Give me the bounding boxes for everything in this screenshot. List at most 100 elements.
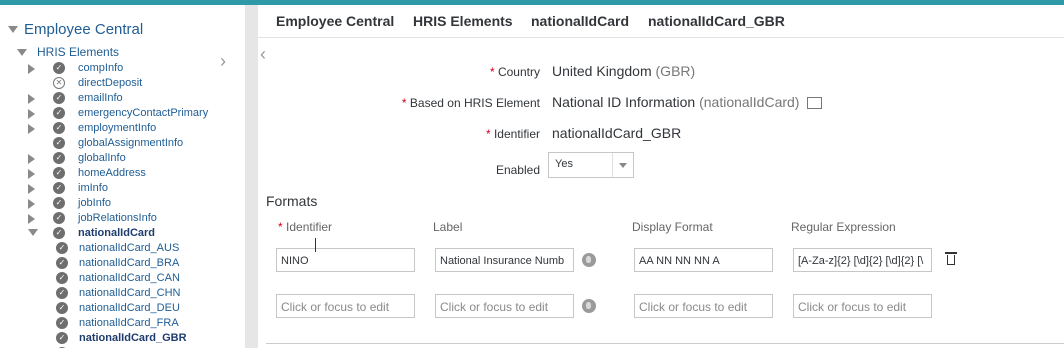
format-display-input[interactable]: AA NN NN NN A <box>634 248 773 272</box>
sidebar-tree-item[interactable]: ✓ jobRelationsInfo <box>0 211 245 226</box>
column-header-display-format: Display Format <box>632 220 713 234</box>
sidebar-item-label: nationalIdCard <box>78 227 156 239</box>
sidebar-tree-item[interactable]: ✓ nationalIdCard_FRA <box>0 316 245 331</box>
sidebar-item-label: nationalIdCard_DEU <box>79 302 180 314</box>
sidebar-tree-item[interactable]: ✓ nationalIdCard <box>0 226 245 241</box>
sidebar-tree-item[interactable]: ✓ globalInfo <box>0 151 245 166</box>
breadcrumb-nationalidcard[interactable]: nationalIdCard <box>531 13 629 29</box>
sidebar-tree-item[interactable]: ✓ emergencyContactPrimary <box>0 106 245 121</box>
sidebar: Employee Central HRIS Elements › ✓ compIn… <box>0 5 245 348</box>
new-label-input[interactable]: Click or focus to edit <box>435 294 574 318</box>
column-header-identifier: * Identifier <box>278 220 333 234</box>
globe-icon[interactable] <box>582 299 596 313</box>
chevron-right-icon[interactable] <box>28 154 35 164</box>
chevron-right-icon[interactable] <box>28 109 35 119</box>
sidebar-item-label: nationalIdCard_GBR <box>79 332 187 344</box>
sidebar-tree-item[interactable]: ✓ imInfo <box>0 181 245 196</box>
trash-icon[interactable] <box>945 252 957 266</box>
sidebar-item-label: jobInfo <box>78 197 112 209</box>
text-cursor <box>315 238 316 252</box>
sidebar-item-label: homeAddress <box>78 167 146 179</box>
chevron-right-icon[interactable] <box>28 64 35 74</box>
sidebar-tree-item[interactable]: ✓ globalAssignmentInfo <box>0 136 245 151</box>
breadcrumb-current: nationalIdCard_GBR <box>648 13 785 29</box>
based-on-label: * Based on HRIS Element <box>401 96 540 110</box>
format-regex-input[interactable]: [A-Za-z]{2} [\d]{2} [\d]{2} [\ <box>793 248 932 272</box>
sidebar-item-label: nationalIdCard_CAN <box>79 272 180 284</box>
sidebar-hris-label: HRIS Elements <box>37 45 120 59</box>
sidebar-item-label: emailInfo <box>78 92 123 104</box>
based-on-value: National ID Information (nationalIdCard) <box>552 94 823 110</box>
chevron-right-icon[interactable] <box>28 199 35 209</box>
identifier-label: * Identifier <box>485 127 540 141</box>
sidebar-tree-item[interactable]: ✓ nationalIdCard_CAN <box>0 271 245 286</box>
sidebar-tree-item[interactable]: ✓ employmentInfo <box>0 121 245 136</box>
sidebar-tree-item[interactable]: ✓ nationalIdCard_BRA <box>0 256 245 271</box>
globe-icon[interactable] <box>582 253 596 267</box>
sidebar-item-label: directDeposit <box>78 77 143 89</box>
sidebar-divider[interactable] <box>245 5 258 348</box>
enabled-select[interactable]: Yes <box>548 152 634 178</box>
enabled-label: Enabled <box>495 163 540 177</box>
status-check-icon: ✓ <box>53 92 65 104</box>
status-x-icon: ✕ <box>53 77 65 89</box>
new-display-input[interactable]: Click or focus to edit <box>634 294 773 318</box>
sidebar-tree-item[interactable]: ✓ nationalIdCard_GBR <box>0 331 245 346</box>
status-check-icon: ✓ <box>56 317 68 329</box>
status-check-icon: ✓ <box>56 242 68 254</box>
breadcrumb: Employee Central HRIS Elements nationalI… <box>258 5 1064 38</box>
formats-section-title: Formats <box>266 193 318 209</box>
chevron-down-icon[interactable] <box>8 26 18 33</box>
status-check-icon: ✓ <box>53 167 65 179</box>
sidebar-tree-item[interactable]: ✓ emailInfo <box>0 91 245 106</box>
status-check-icon: ✓ <box>53 182 65 194</box>
sidebar-tree-item[interactable]: ✓ jobInfo <box>0 196 245 211</box>
divider <box>266 343 1064 344</box>
status-check-icon: ✓ <box>53 137 65 149</box>
chevron-right-icon[interactable] <box>28 124 35 134</box>
chevron-right-icon[interactable] <box>28 169 35 179</box>
sidebar-tree-item[interactable]: ✓ nationalIdCard_DEU <box>0 301 245 316</box>
chevron-right-icon[interactable] <box>28 214 35 224</box>
new-identifier-input[interactable]: Click or focus to edit <box>276 294 415 318</box>
sidebar-item-label: globalInfo <box>78 152 126 164</box>
enabled-select-value: Yes <box>555 158 573 170</box>
breadcrumb-employee-central[interactable]: Employee Central <box>276 13 394 29</box>
status-check-icon: ✓ <box>53 197 65 209</box>
column-header-label: Label <box>433 220 463 234</box>
sidebar-item-label: emergencyContactPrimary <box>78 107 209 119</box>
sidebar-tree-item[interactable]: ✓ homeAddress <box>0 166 245 181</box>
column-header-regex: Regular Expression <box>791 220 896 234</box>
sidebar-root-employee-central[interactable]: Employee Central <box>8 21 143 38</box>
status-check-icon: ✓ <box>56 257 68 269</box>
sidebar-tree-item[interactable]: ✕ directDeposit <box>0 76 245 91</box>
chevron-down-icon[interactable] <box>17 48 27 56</box>
sidebar-item-label: nationalIdCard_FRA <box>79 317 179 329</box>
format-label-input[interactable]: National Insurance Numb <box>435 248 574 272</box>
status-check-icon: ✓ <box>56 332 68 344</box>
sidebar-item-label: imInfo <box>78 182 108 194</box>
format-identifier-input[interactable]: NINO <box>276 248 415 272</box>
chevron-right-icon[interactable] <box>28 184 35 194</box>
new-regex-input[interactable]: Click or focus to edit <box>793 294 932 318</box>
chevron-down-icon[interactable] <box>612 153 633 177</box>
sidebar-item-label: globalAssignmentInfo <box>78 137 184 149</box>
back-arrow-icon[interactable]: ‹ <box>260 44 266 65</box>
sidebar-tree-item[interactable]: ✓ compInfo <box>0 61 245 76</box>
sidebar-item-label: employmentInfo <box>78 122 157 134</box>
chevron-right-icon[interactable] <box>28 94 35 104</box>
sidebar-item-label: nationalIdCard_AUS <box>79 242 180 254</box>
sidebar-root-label: Employee Central <box>24 21 144 38</box>
country-value: United Kingdom (GBR) <box>552 63 696 79</box>
sidebar-tree-item[interactable]: ✓ nationalIdCard_CHN <box>0 286 245 301</box>
sidebar-tree-item[interactable]: ✓ nationalIdCard_AUS <box>0 241 245 256</box>
id-card-icon[interactable] <box>807 97 823 110</box>
status-check-icon: ✓ <box>53 212 65 224</box>
status-check-icon: ✓ <box>53 227 65 239</box>
sidebar-item-label: nationalIdCard_BRA <box>79 257 180 269</box>
status-check-icon: ✓ <box>56 272 68 284</box>
chevron-down-icon[interactable] <box>28 229 38 236</box>
status-check-icon: ✓ <box>56 287 68 299</box>
breadcrumb-hris-elements[interactable]: HRIS Elements <box>413 13 513 29</box>
sidebar-item-hris-elements[interactable]: HRIS Elements <box>17 45 119 59</box>
